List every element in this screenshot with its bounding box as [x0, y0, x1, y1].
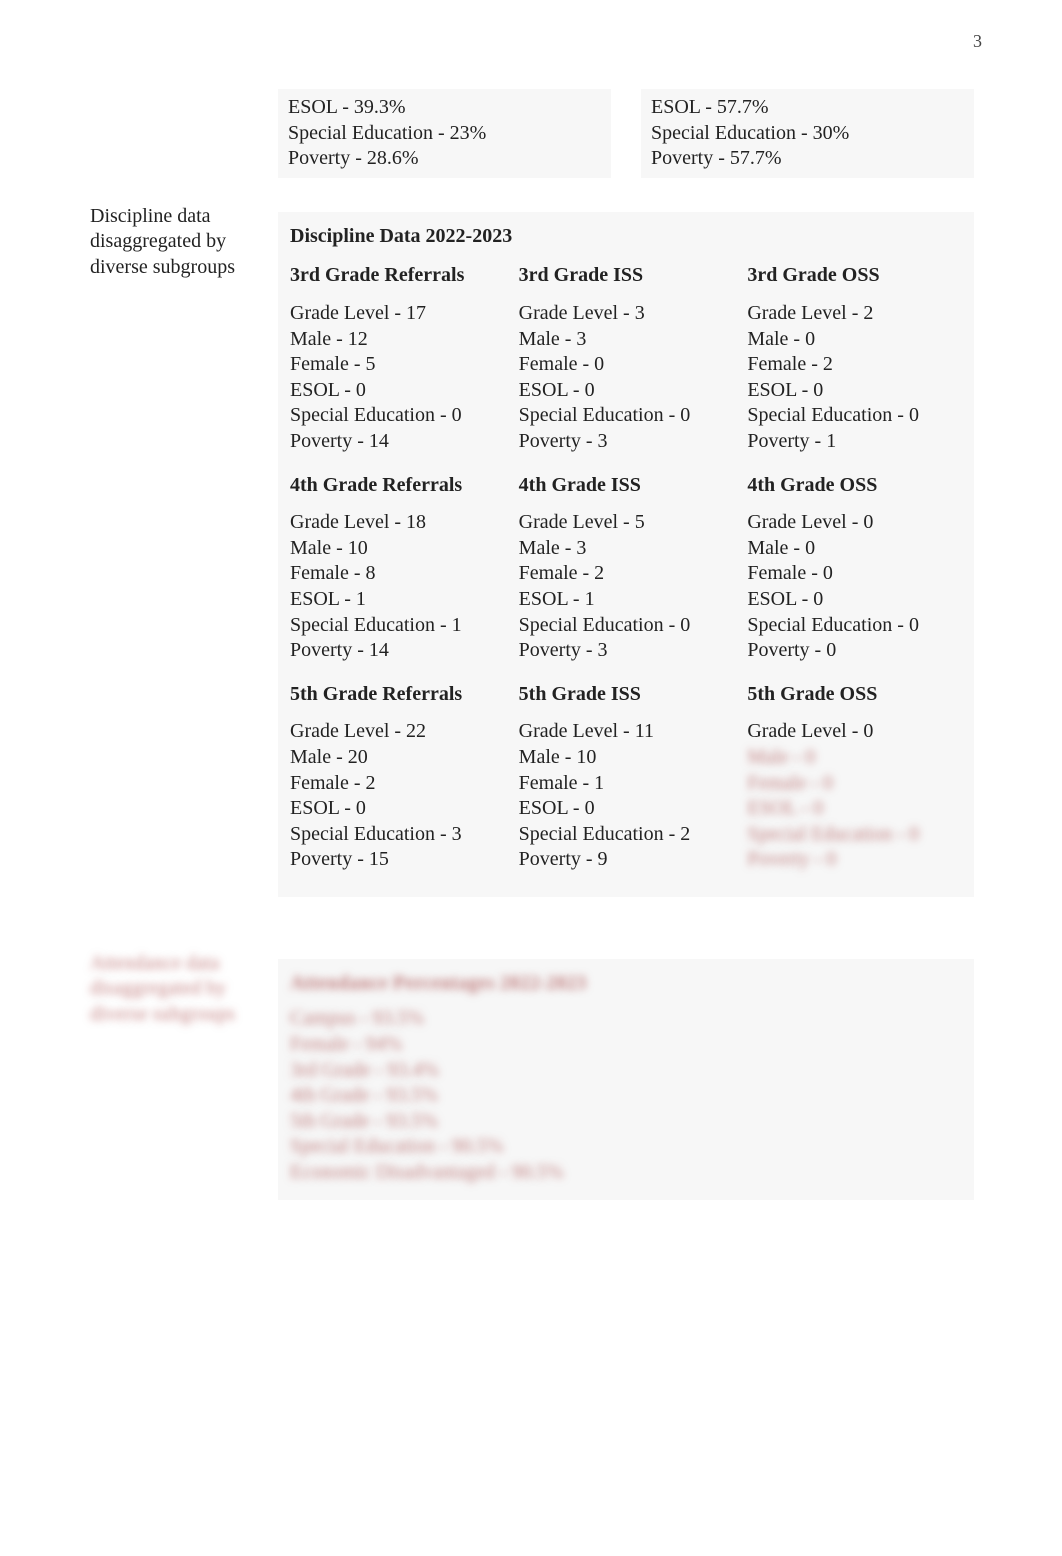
data-line: ESOL - 1: [290, 587, 505, 613]
data-line: Special Education - 0: [519, 403, 734, 429]
data-line: Male - 20: [290, 745, 505, 771]
data-line: Poverty - 15: [290, 847, 505, 873]
page-number: 3: [90, 30, 982, 53]
col-head-g4-oss: 4th Grade OSS: [747, 469, 962, 503]
data-line: ESOL - 0: [290, 796, 505, 822]
attendance-title: Attendance Percentages 2022-2023: [290, 971, 962, 997]
data-line: Poverty - 1: [747, 429, 962, 455]
obscured-line: Economic Disadvantaged - 90.5%: [290, 1160, 962, 1186]
col-head-g4-iss: 4th Grade ISS: [519, 469, 734, 503]
data-line: Female - 8: [290, 561, 505, 587]
data-line: Male - 3: [519, 536, 734, 562]
g3-iss: Grade Level - 3 Male - 3 Female - 0 ESOL…: [519, 297, 734, 465]
data-line: Grade Level - 17: [290, 301, 505, 327]
data-line: Special Education - 2: [519, 822, 734, 848]
summary-right: ESOL - 57.7% Special Education - 30% Pov…: [641, 89, 974, 178]
data-line: Grade Level - 5: [519, 510, 734, 536]
data-line: ESOL - 0: [519, 796, 734, 822]
summary-left: ESOL - 39.3% Special Education - 23% Pov…: [278, 89, 611, 178]
data-line: Grade Level - 3: [519, 301, 734, 327]
data-line: Male - 10: [519, 745, 734, 771]
summary-left-line: ESOL - 39.3%: [288, 96, 406, 118]
data-line: Poverty - 3: [519, 638, 734, 664]
data-line: Poverty - 14: [290, 638, 505, 664]
obscured-line: Special Education - 90.5%: [290, 1134, 962, 1160]
attendance-box: Attendance Percentages 2022-2023 Campus …: [278, 959, 974, 1200]
obscured-line: 3rd Grade - 93.4%: [290, 1058, 962, 1084]
data-line: Female - 1: [519, 771, 734, 797]
attendance-row-label: Attendance data disaggregated by diverse…: [90, 945, 270, 1028]
data-line: Female - 0: [519, 352, 734, 378]
data-line: Female - 0: [747, 561, 962, 587]
data-line: Male - 0: [747, 536, 962, 562]
top-summary-row: ESOL - 39.3% Special Education - 23% Pov…: [90, 83, 982, 184]
data-line: Special Education - 0: [747, 403, 962, 429]
data-line: Grade Level - 18: [290, 510, 505, 536]
data-line: Grade Level - 0: [747, 510, 962, 536]
summary-left-line: Poverty - 28.6%: [288, 147, 419, 169]
obscured-line: Female - 0: [747, 771, 962, 797]
obscured-line: Female - 94%: [290, 1032, 962, 1058]
data-line: Poverty - 0: [747, 638, 962, 664]
obscured-line: Campus - 93.5%: [290, 1006, 962, 1032]
data-line: Grade Level - 0: [747, 719, 962, 745]
g3-referrals: Grade Level - 17 Male - 12 Female - 5 ES…: [290, 297, 505, 465]
data-line: ESOL - 1: [519, 587, 734, 613]
discipline-title: Discipline Data 2022-2023: [290, 224, 962, 250]
data-line: Female - 5: [290, 352, 505, 378]
data-line: Male - 3: [519, 327, 734, 353]
g5-iss: Grade Level - 11 Male - 10 Female - 1 ES…: [519, 715, 734, 883]
g5-referrals: Grade Level - 22 Male - 20 Female - 2 ES…: [290, 715, 505, 883]
col-head-g5-ref: 5th Grade Referrals: [290, 678, 505, 712]
obscured-line: 4th Grade - 93.5%: [290, 1083, 962, 1109]
col-head-g5-oss: 5th Grade OSS: [747, 678, 962, 712]
summary-right-line: Special Education - 30%: [651, 122, 849, 144]
col-head-g3-oss: 3rd Grade OSS: [747, 259, 962, 293]
data-line: Special Education - 3: [290, 822, 505, 848]
col-head-g3-iss: 3rd Grade ISS: [519, 259, 734, 293]
discipline-box: Discipline Data 2022-2023 3rd Grade Refe…: [278, 212, 974, 897]
obscured-line: Poverty - 0: [747, 847, 962, 873]
obscured-line: Male - 0: [747, 745, 962, 771]
g4-referrals: Grade Level - 18 Male - 10 Female - 8 ES…: [290, 506, 505, 674]
data-line: Grade Level - 2: [747, 301, 962, 327]
g4-oss: Grade Level - 0 Male - 0 Female - 0 ESOL…: [747, 506, 962, 674]
data-line: ESOL - 0: [747, 587, 962, 613]
data-line: Special Education - 0: [747, 613, 962, 639]
g4-iss: Grade Level - 5 Male - 3 Female - 2 ESOL…: [519, 506, 734, 674]
summary-right-line: Poverty - 57.7%: [651, 147, 782, 169]
data-line: ESOL - 0: [747, 378, 962, 404]
data-line: Male - 12: [290, 327, 505, 353]
summary-right-line: ESOL - 57.7%: [651, 96, 769, 118]
discipline-table: 3rd Grade Referrals 3rd Grade ISS 3rd Gr…: [290, 259, 962, 882]
col-head-g3-ref: 3rd Grade Referrals: [290, 259, 505, 293]
discipline-row: Discipline data disaggregated by diverse…: [90, 198, 982, 903]
data-line: ESOL - 0: [519, 378, 734, 404]
data-line: Male - 10: [290, 536, 505, 562]
data-line: ESOL - 0: [290, 378, 505, 404]
obscured-line: ESOL - 0: [747, 796, 962, 822]
data-line: Male - 0: [747, 327, 962, 353]
data-line: Female - 2: [290, 771, 505, 797]
discipline-row-label: Discipline data disaggregated by diverse…: [90, 198, 270, 281]
data-line: Poverty - 3: [519, 429, 734, 455]
data-line: Poverty - 9: [519, 847, 734, 873]
g3-oss: Grade Level - 2 Male - 0 Female - 2 ESOL…: [747, 297, 962, 465]
col-head-g5-iss: 5th Grade ISS: [519, 678, 734, 712]
data-line: Special Education - 1: [290, 613, 505, 639]
data-line: Grade Level - 11: [519, 719, 734, 745]
obscured-line: Special Education - 0: [747, 822, 962, 848]
attendance-row: Attendance data disaggregated by diverse…: [90, 945, 982, 1206]
data-line: Special Education - 0: [290, 403, 505, 429]
data-line: Female - 2: [519, 561, 734, 587]
summary-left-line: Special Education - 23%: [288, 122, 486, 144]
col-head-g4-ref: 4th Grade Referrals: [290, 469, 505, 503]
g5-oss: Grade Level - 0 Male - 0 Female - 0 ESOL…: [747, 715, 962, 883]
data-line: Female - 2: [747, 352, 962, 378]
top-summary-label: [90, 83, 270, 89]
data-line: Grade Level - 22: [290, 719, 505, 745]
obscured-line: 5th Grade - 93.5%: [290, 1109, 962, 1135]
data-line: Poverty - 14: [290, 429, 505, 455]
data-line: Special Education - 0: [519, 613, 734, 639]
